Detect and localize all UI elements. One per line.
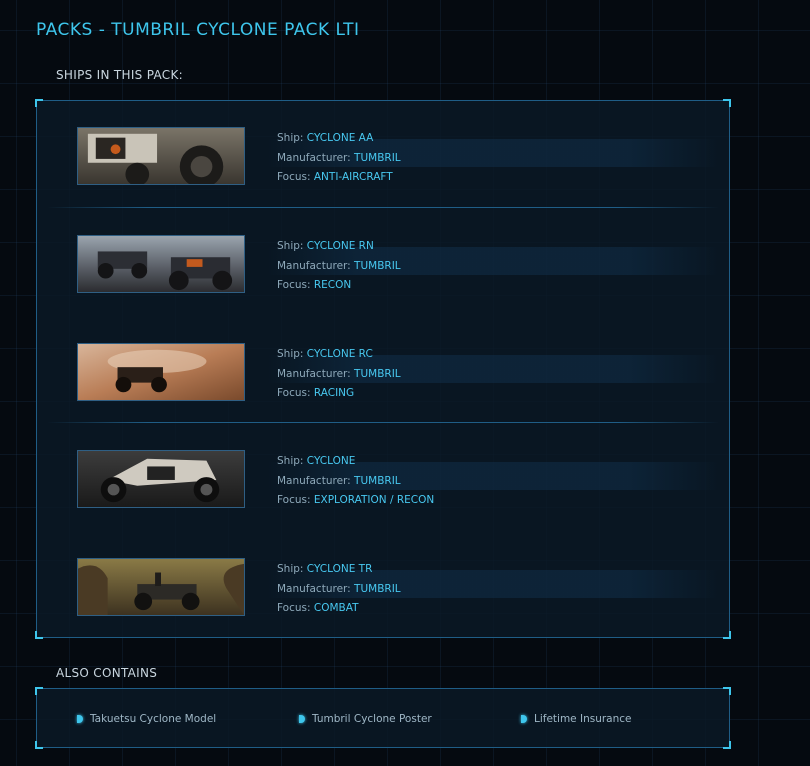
ship-label: Ship:: [277, 240, 304, 252]
also-contains-label: ALSO CONTAINS: [56, 666, 158, 680]
contains-item-label: Tumbril Cyclone Poster: [312, 713, 432, 725]
ship-manufacturer: TUMBRIL: [354, 474, 401, 487]
ships-panel: Ship: CYCLONE AA Manufacturer: TUMBRIL F…: [35, 99, 731, 639]
ship-focus: RACING: [313, 387, 355, 399]
manufacturer-label: Manufacturer:: [277, 582, 351, 595]
focus-label: Focus:: [277, 387, 311, 399]
cyclone-rn-image[interactable]: [77, 235, 245, 293]
ship-label: Ship:: [277, 348, 304, 360]
ship-row[interactable]: Ship: CYCLONE TR Manufacturer: TUMBRIL F…: [37, 534, 729, 634]
contains-item: Takuetsu Cyclone Model: [77, 713, 216, 725]
ship-row[interactable]: Ship: CYCLONE RN Manufacturer: TUMBRIL F…: [37, 211, 729, 311]
manufacturer-label: Manufacturer:: [277, 151, 351, 164]
focus-label: Focus:: [277, 171, 311, 183]
manufacturer-label: Manufacturer:: [277, 474, 351, 487]
ship-name: CYCLONE RC: [306, 348, 373, 360]
ship-manufacturer: TUMBRIL: [354, 259, 401, 272]
ships-section-label: SHIPS IN THIS PACK:: [56, 68, 183, 82]
ship-row[interactable]: Ship: CYCLONE RC Manufacturer: TUMBRIL F…: [37, 319, 729, 419]
contains-item: Tumbril Cyclone Poster: [299, 713, 432, 725]
panel-corner: [723, 741, 731, 749]
manufacturer-label: Manufacturer:: [277, 259, 351, 272]
focus-label: Focus:: [277, 279, 311, 291]
cyclone-rc-image[interactable]: [77, 343, 245, 401]
manufacturer-label: Manufacturer:: [277, 367, 351, 380]
panel-corner: [35, 741, 43, 749]
contains-item: Lifetime Insurance: [521, 713, 632, 725]
ship-focus: ANTI-AIRCRAFT: [313, 171, 393, 183]
panel-corner: [723, 687, 731, 695]
cyclone-aa-image[interactable]: [77, 127, 245, 185]
ship-row[interactable]: Ship: CYCLONE AA Manufacturer: TUMBRIL F…: [37, 103, 729, 203]
ship-manufacturer: TUMBRIL: [354, 582, 401, 595]
ship-label: Ship:: [277, 563, 304, 575]
ship-focus: EXPLORATION / RECON: [313, 494, 435, 506]
ship-label: Ship:: [277, 455, 304, 467]
panel-corner: [35, 687, 43, 695]
page-title: PACKS - TUMBRIL CYCLONE PACK LTI: [36, 20, 360, 40]
bullet-icon: [299, 715, 305, 723]
ship-name: CYCLONE RN: [306, 240, 374, 252]
ship-label: Ship:: [277, 132, 304, 144]
ship-focus: COMBAT: [313, 602, 359, 614]
focus-label: Focus:: [277, 494, 311, 506]
ship-name: CYCLONE TR: [306, 563, 373, 575]
row-divider: [47, 422, 719, 423]
ship-manufacturer: TUMBRIL: [354, 367, 401, 380]
ship-focus: RECON: [313, 279, 352, 291]
ship-row[interactable]: Ship: CYCLONE Manufacturer: TUMBRIL Focu…: [37, 426, 729, 526]
ship-name: CYCLONE AA: [306, 132, 374, 144]
bullet-icon: [521, 715, 527, 723]
row-divider: [47, 207, 719, 208]
contains-item-label: Takuetsu Cyclone Model: [90, 713, 217, 725]
focus-label: Focus:: [277, 602, 311, 614]
ship-manufacturer: TUMBRIL: [354, 151, 401, 164]
ship-name: CYCLONE: [306, 455, 356, 467]
cyclone-tr-image[interactable]: [77, 558, 245, 616]
bullet-icon: [77, 715, 83, 723]
also-contains-panel: Takuetsu Cyclone Model Tumbril Cyclone P…: [35, 687, 731, 749]
cyclone-image[interactable]: [77, 450, 245, 508]
contains-item-label: Lifetime Insurance: [534, 713, 632, 725]
